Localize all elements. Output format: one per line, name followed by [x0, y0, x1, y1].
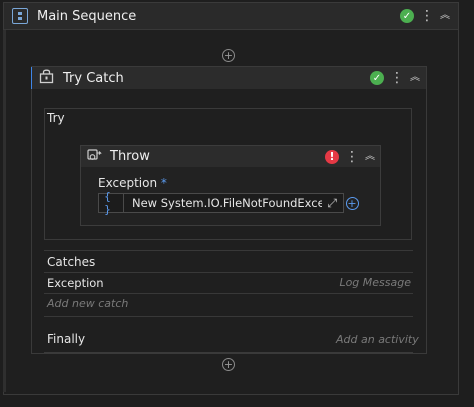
more-options-icon[interactable]: ⋮	[345, 150, 359, 164]
sequence-icon	[12, 8, 28, 24]
throw-icon	[87, 147, 102, 166]
collapse-icon[interactable]: ︽	[408, 73, 422, 83]
main-sequence-left-bar	[3, 30, 6, 392]
main-sequence-header[interactable]: Main Sequence ✓ ⋮ ︽	[4, 3, 458, 30]
exception-input[interactable]: { } New System.IO.FileNotFoundExceptio ⤢	[98, 190, 344, 216]
finally-divider	[44, 352, 413, 353]
valid-check-icon: ✓	[400, 9, 414, 23]
more-options-icon[interactable]: ⋮	[390, 71, 404, 85]
catch-action-placeholder: Log Message	[339, 276, 411, 289]
add-activity-plus-icon[interactable]: +	[222, 358, 235, 371]
try-catch-icon	[39, 69, 54, 88]
try-label: Try	[47, 111, 65, 125]
required-marker: *	[160, 176, 167, 190]
exception-value: New System.IO.FileNotFoundExceptio	[132, 196, 322, 210]
throw-header[interactable]: Throw ! ⋮ ︽	[81, 146, 380, 167]
catch-row-divider	[44, 293, 413, 294]
plus-circle-icon: +	[345, 196, 359, 210]
expression-braces-icon: { }	[104, 190, 111, 216]
collapse-icon[interactable]: ︽	[363, 151, 377, 162]
try-catch-header[interactable]: Try Catch ✓ ⋮ ︽	[32, 67, 426, 89]
exception-label-text: Exception	[98, 176, 158, 190]
throw-title: Throw	[110, 149, 150, 164]
catches-label: Catches	[47, 255, 96, 269]
catch-row[interactable]: Exception Log Message	[44, 273, 413, 293]
exception-field-label: Exception *	[98, 176, 167, 190]
try-catch-title: Try Catch	[63, 70, 124, 86]
add-new-catch-link[interactable]: Add new catch	[47, 297, 128, 310]
collapse-icon[interactable]: ︽	[438, 11, 452, 21]
add-activity-plus-icon[interactable]: +	[222, 49, 235, 62]
more-options-icon[interactable]: ⋮	[420, 9, 434, 23]
catches-divider	[44, 250, 413, 251]
input-divider	[123, 194, 124, 212]
add-catch-divider	[44, 316, 413, 317]
catch-exception-type: Exception	[47, 276, 104, 290]
add-activity-placeholder[interactable]: Add an activity	[336, 333, 419, 346]
expand-editor-icon[interactable]: ⤢	[327, 196, 337, 211]
finally-label: Finally	[47, 332, 86, 346]
valid-check-icon: ✓	[370, 71, 384, 85]
add-variable-button[interactable]: +	[344, 194, 360, 212]
error-icon: !	[325, 149, 339, 164]
main-sequence-title: Main Sequence	[37, 8, 137, 24]
